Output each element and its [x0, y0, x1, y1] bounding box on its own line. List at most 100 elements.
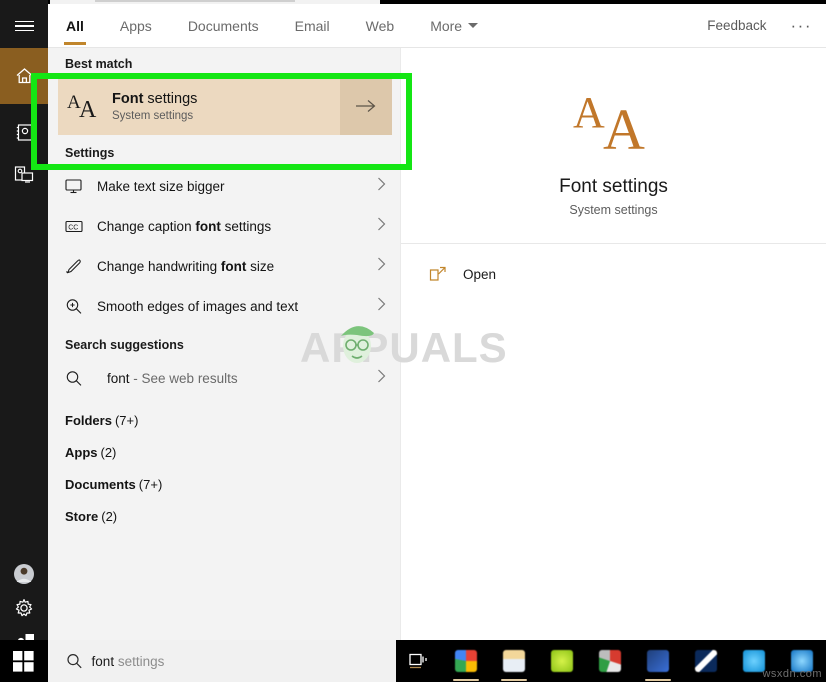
best-match-header: Best match [65, 57, 133, 71]
category-folders[interactable]: Folders (7+) [48, 404, 400, 436]
preview-open-action[interactable]: Open [401, 252, 826, 296]
label-pre: Change caption [97, 218, 196, 234]
preview-title: Font settings [559, 176, 668, 197]
category-label: Store [65, 508, 99, 524]
best-match-title-bold: Font [112, 90, 144, 107]
tab-more[interactable]: More [412, 4, 496, 48]
preview-divider [401, 243, 826, 244]
green-circle-icon [550, 650, 573, 672]
search-suggestion-row[interactable]: font - See web results [48, 358, 400, 398]
settings-item-label: Change caption font settings [97, 219, 377, 234]
svg-text:A: A [603, 97, 645, 155]
sidebar-item-home[interactable] [0, 48, 48, 104]
home-icon [16, 68, 32, 84]
tab-all[interactable]: All [48, 4, 102, 48]
preview-open-label: Open [463, 266, 497, 282]
label-bold: font [220, 258, 247, 274]
best-match-result[interactable]: A A Font settings System settings [58, 77, 392, 135]
start-button[interactable] [0, 640, 48, 682]
label-bold: font [195, 218, 221, 234]
search-left-rail [0, 0, 48, 682]
account-avatar-icon [14, 564, 34, 584]
search-suggested-text: settings [114, 653, 165, 669]
sidebar-item-device[interactable] [0, 150, 48, 198]
search-flyout: All Apps Documents Email Web More Feedba… [48, 4, 826, 642]
search-suggestions-header: Search suggestions [65, 338, 184, 352]
category-count: (2) [101, 508, 118, 524]
settings-item-make-text-bigger[interactable]: Make text size bigger [48, 166, 400, 206]
best-match-texts: Font settings System settings [110, 90, 340, 122]
tab-email[interactable]: Email [277, 4, 348, 48]
task-view-icon[interactable] [396, 640, 442, 682]
search-tabbar: All Apps Documents Email Web More Feedba… [48, 4, 826, 48]
category-apps[interactable]: Apps (2) [48, 436, 400, 468]
search-suggestion-label: font - See web results [97, 371, 377, 386]
search-typed-text: font [91, 653, 115, 669]
category-count: (2) [100, 444, 117, 460]
chevron-right-icon [377, 177, 386, 196]
category-count: (7+) [114, 412, 139, 428]
tab-list: All Apps Documents Email Web More [48, 4, 496, 48]
settings-item-smooth-edges[interactable]: Smooth edges of images and text [48, 286, 400, 326]
feedback-button[interactable]: Feedback [707, 18, 766, 33]
folder-icon [502, 650, 525, 672]
font-aa-icon: A A [401, 90, 826, 156]
label-pre: Make text size bigger [97, 178, 225, 194]
settings-item-handwriting-font[interactable]: Change handwriting font size [48, 246, 400, 286]
label-pre: Smooth edges of images and text [97, 298, 299, 314]
documents-icon [16, 123, 32, 141]
results-column: Best match A A Font settings System sett… [48, 4, 400, 642]
tab-apps[interactable]: Apps [102, 4, 170, 48]
tabbar-actions: Feedback ··· [707, 16, 826, 36]
best-match-title-rest: settings [143, 90, 198, 107]
taskbar-app-chrome[interactable] [442, 640, 490, 682]
taskbar-app-office[interactable] [586, 640, 634, 682]
running-indicator [452, 678, 479, 681]
category-label: Folders [65, 412, 112, 428]
device-screen-icon [14, 165, 34, 183]
taskbar-search-box[interactable]: font settings [47, 640, 397, 682]
chevron-right-icon [377, 369, 386, 388]
preview-subtitle: System settings [569, 203, 658, 217]
gear-icon [15, 599, 33, 617]
taskbar-app-green[interactable] [538, 640, 586, 682]
settings-item-label: Make text size bigger [97, 179, 377, 194]
category-documents[interactable]: Documents (7+) [48, 468, 400, 500]
taskbar: font settings wsxdn.com [0, 640, 826, 682]
sidebar-item-documents[interactable] [0, 108, 48, 156]
running-indicator [500, 678, 527, 681]
tab-email-label: Email [294, 17, 330, 34]
blue-tile-icon [646, 650, 669, 672]
open-external-icon [429, 266, 463, 282]
font-aa-icon: A A [58, 92, 110, 120]
category-label: Documents [65, 476, 136, 492]
multicolor-app-icon [598, 650, 621, 672]
taskbar-watermark: wsxdn.com [762, 668, 822, 680]
tab-documents[interactable]: Documents [170, 4, 277, 48]
pen-icon [65, 258, 97, 275]
taskbar-app-blue[interactable] [634, 640, 682, 682]
top-edge-window-sliver-2 [95, 0, 295, 2]
label-post: size [246, 258, 275, 274]
best-match-title: Font settings [112, 90, 340, 108]
category-store[interactable]: Store (2) [48, 500, 400, 532]
label-pre: Change handwriting [97, 258, 221, 274]
taskbar-app-ribbon[interactable] [682, 640, 730, 682]
results-list: Best match A A Font settings System sett… [48, 48, 400, 532]
overflow-menu-button[interactable]: ··· [791, 16, 812, 36]
settings-item-label: Smooth edges of images and text [97, 299, 377, 314]
settings-item-caption-font[interactable]: CC Change caption font settings [48, 206, 400, 246]
suggestion-hint: - See web results [129, 370, 238, 386]
label-post: settings [220, 218, 272, 234]
hamburger-icon[interactable] [0, 4, 48, 48]
taskbar-app-file-explorer[interactable] [490, 640, 538, 682]
tab-apps-label: Apps [119, 17, 152, 34]
chevron-right-icon [377, 217, 386, 236]
best-match-subtitle: System settings [112, 110, 194, 123]
running-indicator [644, 678, 671, 681]
arrow-right-icon[interactable] [340, 77, 392, 135]
tab-web[interactable]: Web [348, 4, 413, 48]
chevron-down-icon [468, 23, 479, 28]
chevron-right-icon [377, 297, 386, 316]
suggestion-query: font [107, 370, 130, 386]
